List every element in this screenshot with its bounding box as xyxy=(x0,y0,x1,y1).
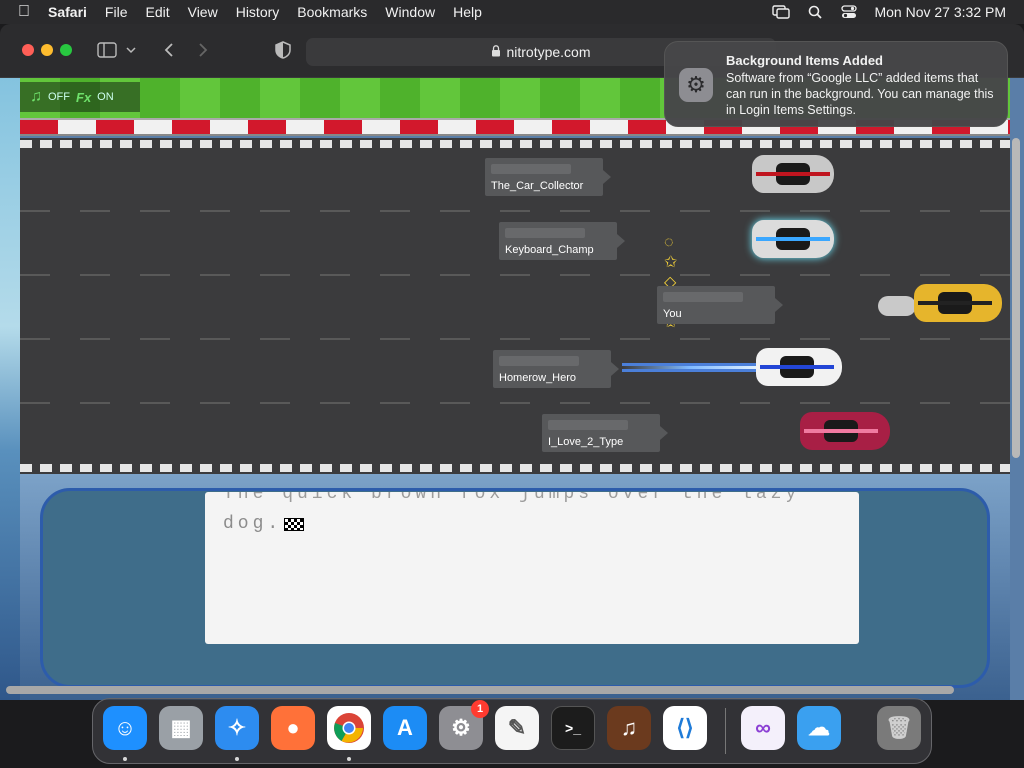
racer-name: Homerow_Hero xyxy=(499,372,577,384)
privacy-shield-icon[interactable] xyxy=(272,40,294,60)
racer-name-tag: You xyxy=(657,286,783,324)
background-items-notification[interactable]: ⚙ Background Items Added Software from “… xyxy=(664,41,1008,127)
finder-icon[interactable]: ☺ xyxy=(103,706,147,750)
racer-name-tag: The_Car_Collector xyxy=(485,158,611,196)
web-page: ♫ OFF Fx ON The_Car_Collector Keyboard_C… xyxy=(0,78,1024,700)
minimize-window-button[interactable] xyxy=(41,44,53,56)
racer-name-tag: Keyboard_Champ xyxy=(499,222,625,260)
racer-name: The_Car_Collector xyxy=(491,180,584,192)
racer-name: I_Love_2_Type xyxy=(548,436,624,448)
racer-title-redacted xyxy=(505,228,585,238)
track-edge-bottom xyxy=(20,464,1010,472)
racer-car xyxy=(800,412,890,450)
dock: ☺ ▦ ✧ ● A ⚙ 1 ✎ >_ ♫ ⟨⟩ ∞ ☁ 🗑 xyxy=(92,698,932,764)
menu-bookmarks[interactable]: Bookmarks xyxy=(297,4,367,20)
horizontal-scrollbar[interactable] xyxy=(6,686,954,694)
racer-name-tag: I_Love_2_Type xyxy=(542,414,668,452)
notification-title: Background Items Added xyxy=(726,53,883,68)
menu-view[interactable]: View xyxy=(188,4,218,20)
chevron-down-icon[interactable] xyxy=(124,40,138,60)
system-settings-icon: ⚙ xyxy=(679,68,713,102)
typed-text-current-line: dog. xyxy=(223,514,305,534)
page-sky-background xyxy=(0,78,20,700)
typed-text-current: dog. xyxy=(223,514,283,534)
music-note-icon[interactable]: ♫ xyxy=(30,88,42,106)
music-state-label[interactable]: OFF xyxy=(48,91,70,103)
screen-mirroring-icon[interactable] xyxy=(772,5,791,19)
racer-car xyxy=(756,348,842,386)
weather-icon[interactable]: ☁ xyxy=(797,706,841,750)
menu-edit[interactable]: Edit xyxy=(145,4,169,20)
notification-badge: 1 xyxy=(471,700,489,718)
menu-clock[interactable]: Mon Nov 27 3:32 PM xyxy=(874,4,1006,20)
safari-icon[interactable]: ✧ xyxy=(215,706,259,750)
lane-divider xyxy=(20,338,1010,340)
racer-car xyxy=(752,155,834,193)
launchpad-icon[interactable]: ▦ xyxy=(159,706,203,750)
vertical-scrollbar[interactable] xyxy=(1012,138,1020,458)
lane-divider xyxy=(20,210,1010,212)
racer-name-tag: Homerow_Hero xyxy=(493,350,619,388)
dock-separator xyxy=(725,708,726,754)
racer-car xyxy=(914,284,1002,322)
racer-title-redacted xyxy=(499,356,579,366)
close-window-button[interactable] xyxy=(22,44,34,56)
spotlight-search-icon[interactable] xyxy=(806,5,824,19)
sidebar-toggle-icon[interactable] xyxy=(96,40,118,60)
racer-name: You xyxy=(663,308,682,320)
exhaust-smoke-effect xyxy=(878,296,916,316)
menu-history[interactable]: History xyxy=(236,4,280,20)
running-indicator xyxy=(235,757,239,761)
visual-studio-icon[interactable]: ∞ xyxy=(741,706,785,750)
racer-car xyxy=(752,220,834,258)
trash-icon[interactable]: 🗑 xyxy=(877,706,921,750)
firefox-icon[interactable]: ● xyxy=(271,706,315,750)
finish-flag-icon xyxy=(284,517,305,531)
running-indicator xyxy=(347,757,351,761)
racer-title-redacted xyxy=(491,164,571,174)
garageband-icon[interactable]: ♫ xyxy=(607,706,651,750)
typing-text-panel[interactable]: The quick brown fox jumps over the lazy … xyxy=(205,492,859,644)
lock-icon xyxy=(491,44,501,60)
typed-text-previous-line: The quick brown fox jumps over the lazy xyxy=(223,492,801,504)
notification-body: Software from “Google LLC” added items t… xyxy=(726,71,994,117)
sound-controls: ♫ OFF Fx ON xyxy=(20,82,140,112)
lightning-trail-effect xyxy=(622,366,756,369)
textedit-icon[interactable]: ✎ xyxy=(495,706,539,750)
menu-help[interactable]: Help xyxy=(453,4,482,20)
fx-state-label[interactable]: ON xyxy=(97,91,114,103)
vscode-icon[interactable]: ⟨⟩ xyxy=(663,706,707,750)
terminal-icon[interactable]: >_ xyxy=(551,706,595,750)
system-settings-icon[interactable]: ⚙ 1 xyxy=(439,700,489,750)
running-indicator xyxy=(123,757,127,761)
lane-divider xyxy=(20,274,1010,276)
control-center-icon[interactable] xyxy=(840,5,858,19)
back-button[interactable] xyxy=(158,40,180,60)
app-store-icon[interactable]: A xyxy=(383,706,427,750)
fx-label[interactable]: Fx xyxy=(76,90,91,105)
menu-app-name[interactable]: Safari xyxy=(48,4,87,20)
menu-bar:  Safari File Edit View History Bookmark… xyxy=(0,0,1024,24)
url-text: nitrotype.com xyxy=(506,44,591,60)
forward-button[interactable] xyxy=(192,40,214,60)
menu-window[interactable]: Window xyxy=(385,4,435,20)
racer-title-redacted xyxy=(548,420,628,430)
track-edge-top xyxy=(20,140,1010,148)
zoom-window-button[interactable] xyxy=(60,44,72,56)
racer-name: Keyboard_Champ xyxy=(505,244,594,256)
racer-title-redacted xyxy=(663,292,743,302)
apple-menu-icon[interactable]:  xyxy=(14,3,34,21)
menu-file[interactable]: File xyxy=(105,4,128,20)
lane-divider xyxy=(20,402,1010,404)
chrome-icon[interactable] xyxy=(327,706,371,750)
